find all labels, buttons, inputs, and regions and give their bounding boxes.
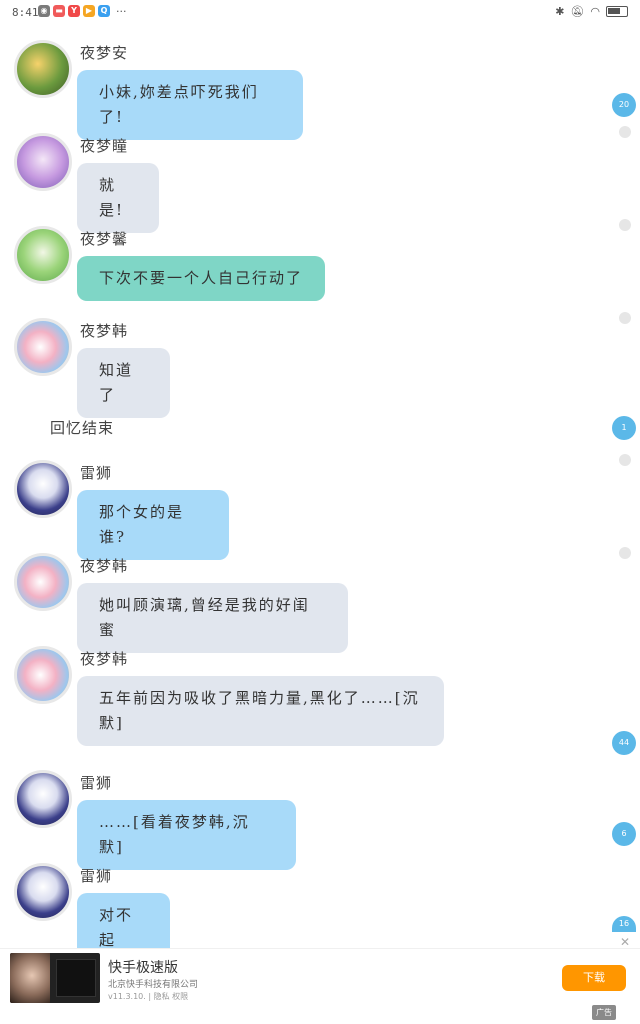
message-bubble[interactable]: 下次不要一个人自己行动了 — [77, 256, 325, 301]
ad-thumbnail-face — [10, 953, 50, 1003]
battery-icon — [606, 6, 628, 17]
comment-count-badge[interactable]: 20 — [612, 93, 636, 117]
avatar[interactable] — [14, 40, 72, 98]
app-red-y-icon: Y — [68, 5, 80, 17]
message-bubble[interactable]: 那个女的是谁? — [77, 490, 229, 560]
sender-name: 夜梦韩 — [80, 557, 129, 575]
message-bubble[interactable]: 知道了 — [77, 348, 170, 418]
message-bubble[interactable]: 五年前因为吸收了黑暗力量,黑化了……[沉默] — [77, 676, 444, 746]
sender-name: 夜梦韩 — [80, 650, 129, 668]
app-blue-icon: Q — [98, 5, 110, 17]
notification-icons: ◉ ▬ Y ▶ Q ··· — [38, 5, 127, 18]
comment-dot[interactable] — [619, 454, 631, 466]
ad-tag: 广告 — [592, 1005, 616, 1020]
app-orange-icon: ▶ — [83, 5, 95, 17]
narration-text: 回忆结束 — [50, 419, 115, 437]
comment-count-badge[interactable]: 44 — [612, 731, 636, 755]
avatar[interactable] — [14, 460, 72, 518]
comment-dot[interactable] — [619, 547, 631, 559]
ad-banner[interactable]: ✕ 快手极速版 北京快手科技有限公司 v11.3.10. | 隐私 权限 下载 … — [0, 935, 640, 1024]
status-time: 8:41 — [12, 6, 39, 19]
message-bubble[interactable]: ……[看着夜梦韩,沉默] — [77, 800, 296, 870]
bluetooth-icon: ✱ — [555, 5, 565, 18]
sender-name: 夜梦馨 — [80, 230, 129, 248]
more-notifications: ··· — [116, 5, 127, 18]
sender-name: 夜梦瞳 — [80, 137, 129, 155]
ad-title[interactable]: 快手极速版 — [108, 957, 178, 977]
comment-count-badge[interactable]: 6 — [612, 822, 636, 846]
sender-name: 夜梦安 — [80, 44, 129, 62]
avatar[interactable] — [14, 133, 72, 191]
status-bar: 8:41 ◉ ▬ Y ▶ Q ··· ✱ 🔕︎ ◠ — [0, 0, 640, 26]
avatar[interactable] — [14, 226, 72, 284]
message-bubble[interactable]: 就是! — [77, 163, 159, 233]
ad-company: 北京快手科技有限公司 — [108, 980, 199, 990]
comment-count-badge[interactable]: 1 — [612, 416, 636, 440]
comment-dot[interactable] — [619, 312, 631, 324]
ad-thumbnail[interactable] — [10, 953, 100, 1003]
wechat-icon: ◉ — [38, 5, 50, 17]
comment-dot[interactable] — [619, 126, 631, 138]
sender-name: 夜梦韩 — [80, 322, 129, 340]
download-button[interactable]: 下载 — [562, 965, 626, 991]
avatar[interactable] — [14, 863, 72, 921]
message-bubble[interactable]: 小妹,妳差点吓死我们了! — [77, 70, 303, 140]
message-bubble[interactable]: 她叫顾演璃,曾经是我的好闺蜜 — [77, 583, 348, 653]
comment-dot[interactable] — [619, 219, 631, 231]
ad-meta[interactable]: v11.3.10. | 隐私 权限 — [108, 991, 188, 1002]
ad-thumbnail-screen — [56, 959, 96, 997]
close-icon[interactable]: ✕ — [620, 935, 630, 949]
avatar[interactable] — [14, 770, 72, 828]
sender-name: 雷狮 — [80, 867, 113, 885]
avatar[interactable] — [14, 646, 72, 704]
avatar[interactable] — [14, 318, 72, 376]
comment-count-badge[interactable]: 16 — [612, 916, 636, 932]
status-right: ✱ 🔕︎ ◠ — [555, 5, 628, 18]
app-red-icon: ▬ — [53, 5, 65, 17]
mute-icon: 🔕︎ — [570, 5, 585, 18]
wifi-icon: ◠ — [590, 5, 600, 18]
sender-name: 雷狮 — [80, 774, 113, 792]
avatar[interactable] — [14, 553, 72, 611]
sender-name: 雷狮 — [80, 464, 113, 482]
